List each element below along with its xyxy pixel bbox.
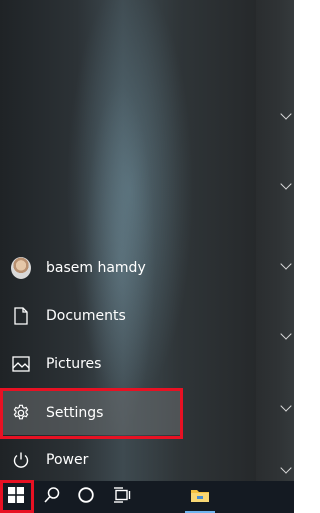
settings-item[interactable]: Settings — [3, 390, 180, 435]
pictures-label: Pictures — [46, 356, 102, 372]
power-label: Power — [46, 452, 89, 468]
user-avatar — [11, 257, 31, 279]
file-explorer-button[interactable] — [182, 481, 218, 513]
circle-icon — [77, 486, 95, 508]
search-icon — [43, 486, 61, 508]
taskbar — [0, 481, 294, 513]
power-item[interactable]: Power — [0, 438, 256, 482]
user-name: basem hamdy — [46, 260, 146, 276]
documents-item[interactable]: Documents — [0, 294, 256, 338]
settings-label: Settings — [46, 404, 104, 421]
folder-icon — [190, 487, 210, 507]
pictures-item[interactable]: Pictures — [0, 342, 256, 386]
cortana-button[interactable] — [70, 481, 102, 513]
screen: basem hamdy Documents Pictures Settings … — [0, 0, 294, 513]
task-view-icon — [113, 487, 131, 507]
power-icon — [11, 450, 31, 470]
start-button[interactable] — [0, 481, 32, 513]
task-view-button[interactable] — [106, 481, 138, 513]
search-button[interactable] — [36, 481, 68, 513]
pictures-icon — [11, 354, 31, 374]
windows-logo-icon — [8, 487, 24, 507]
start-menu: basem hamdy Documents Pictures Settings … — [0, 0, 256, 481]
document-icon — [11, 306, 31, 326]
documents-label: Documents — [46, 308, 126, 324]
user-account-item[interactable]: basem hamdy — [0, 246, 256, 290]
gear-icon — [11, 403, 31, 423]
